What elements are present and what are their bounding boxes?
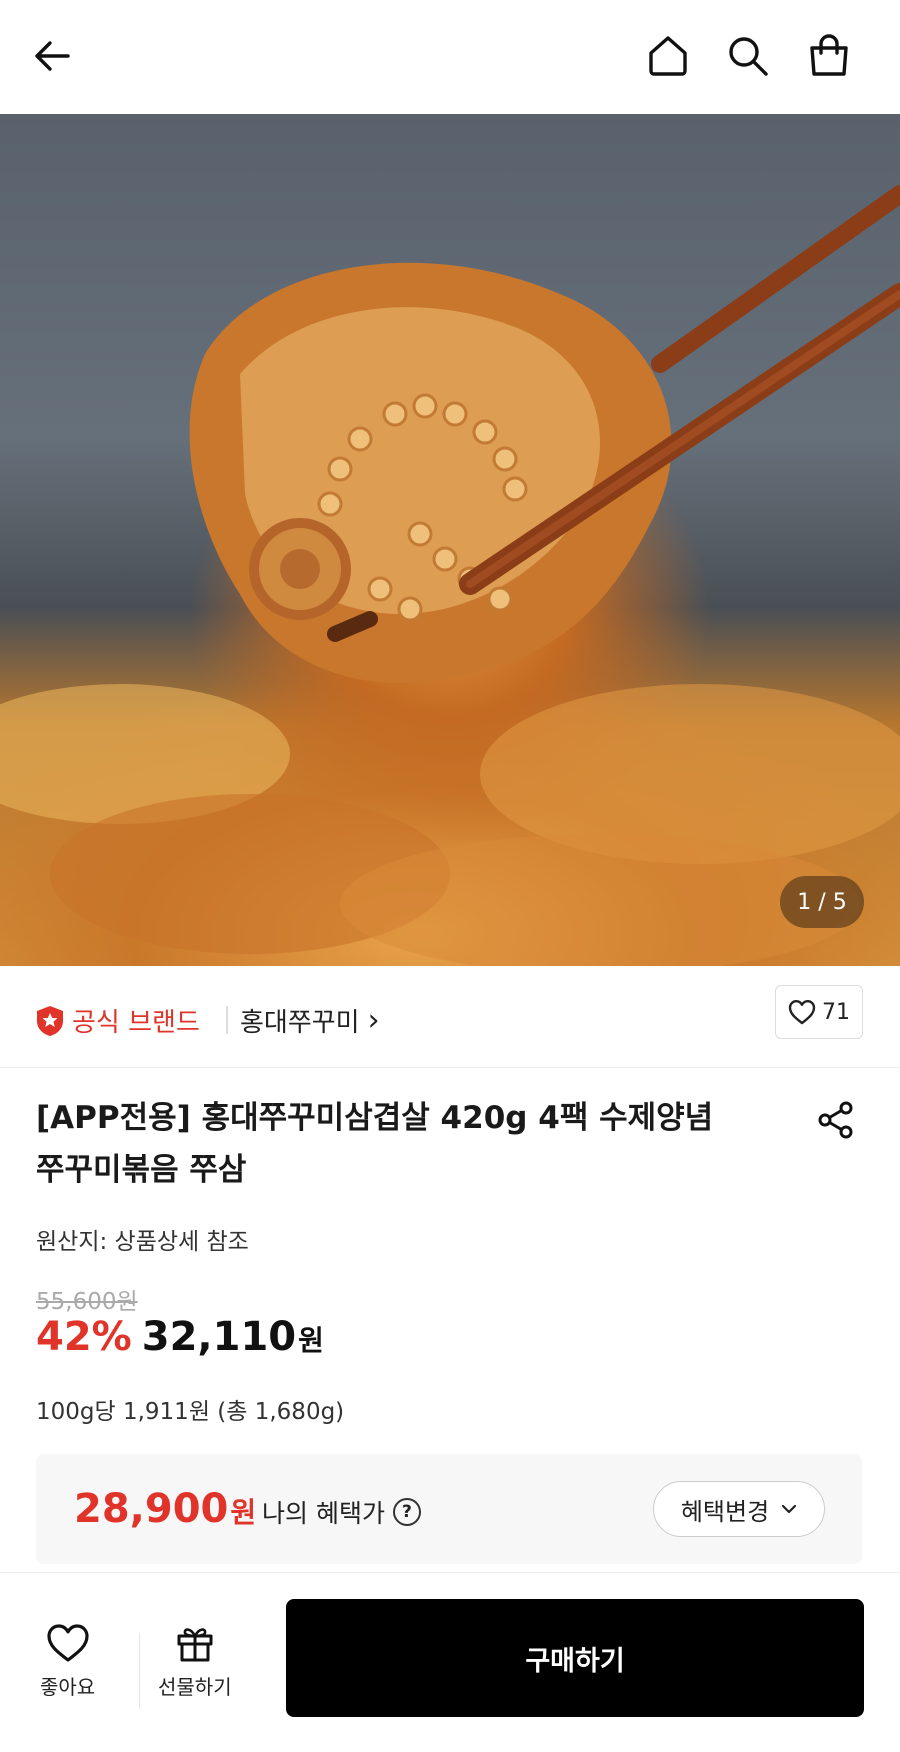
benefit-label-text: 나의 혜택가 [262, 1499, 385, 1528]
original-price: 55,600원 [36, 1289, 138, 1315]
product-photo [0, 185, 900, 966]
like-button[interactable]: 좋아요 [40, 1623, 95, 1700]
chevron-down-icon [782, 1504, 797, 1514]
discount-percent: 42% [36, 1314, 132, 1360]
brand-link[interactable]: 홍대쭈꾸미 › [240, 1002, 380, 1039]
brand-divider [226, 1006, 228, 1034]
search-icon [729, 37, 768, 76]
heart-icon [46, 1624, 89, 1662]
brand-name: 홍대쭈꾸미 [240, 1008, 360, 1038]
shield-check-icon [37, 1005, 63, 1036]
product-title-line2: 쭈꾸미볶음 쭈삼 [36, 1152, 247, 1188]
unit-price: 100g당 1,911원 (총 1,680g) [36, 1399, 345, 1425]
share-icon [818, 1101, 853, 1139]
buy-button[interactable]: 구매하기 [286, 1599, 864, 1717]
like-label: 좋아요 [40, 1675, 96, 1699]
home-button[interactable] [640, 28, 696, 84]
search-button[interactable] [720, 28, 776, 84]
like-count: 71 [822, 999, 850, 1025]
bottom-divider [139, 1633, 140, 1709]
shopping-bag-icon [810, 34, 848, 76]
product-title: [APP전용] 홍대쭈꾸미삼겹살 420g 4팩 수제양념 쭈꾸미볶음 쭈삼 [36, 1092, 776, 1196]
gift-icon [177, 1628, 213, 1662]
benefit-price-box: 28,900 원 나의 혜택가 ? 혜택변경 [36, 1454, 862, 1564]
benefit-price-unit: 원 [230, 1496, 257, 1529]
sale-price-unit: 원 [298, 1324, 324, 1357]
gift-label: 선물하기 [158, 1675, 232, 1699]
product-title-line1: [APP전용] 홍대쭈꾸미삼겹살 420g 4팩 수제양념 [36, 1100, 714, 1136]
heart-icon [788, 1000, 816, 1025]
top-navigation-bar [0, 0, 900, 114]
sale-price-row: 42% 32,110 원 [36, 1314, 324, 1360]
brand-like-button[interactable]: 71 [775, 985, 863, 1039]
sale-price: 32,110 [141, 1314, 297, 1360]
benefit-label: 나의 혜택가 ? [262, 1494, 421, 1530]
bottom-action-bar: 좋아요 선물하기 구매하기 [0, 1572, 900, 1752]
change-benefit-label: 혜택변경 [680, 1497, 770, 1526]
benefit-price: 28,900 원 [74, 1486, 256, 1532]
official-brand-label: 공식 브랜드 [72, 1008, 200, 1038]
back-button[interactable] [24, 28, 80, 84]
gift-button[interactable]: 선물하기 [158, 1623, 232, 1700]
chevron-right-icon: › [367, 1002, 380, 1038]
share-button[interactable] [812, 1096, 860, 1144]
help-icon[interactable]: ? [392, 1498, 421, 1526]
benefit-price-value: 28,900 [74, 1486, 229, 1532]
brand-row: 공식 브랜드 홍대쭈꾸미 › 71 [0, 966, 900, 1068]
cart-button[interactable] [801, 28, 857, 84]
arrow-left-icon [35, 41, 70, 71]
origin-info: 원산지: 상품상세 참조 [36, 1229, 249, 1255]
product-image-gallery[interactable]: 1 / 5 [0, 114, 900, 966]
home-icon [649, 36, 687, 76]
official-brand-badge: 공식 브랜드 [36, 1002, 200, 1039]
change-benefit-button[interactable]: 혜택변경 [653, 1481, 825, 1537]
image-page-counter: 1 / 5 [780, 876, 864, 928]
